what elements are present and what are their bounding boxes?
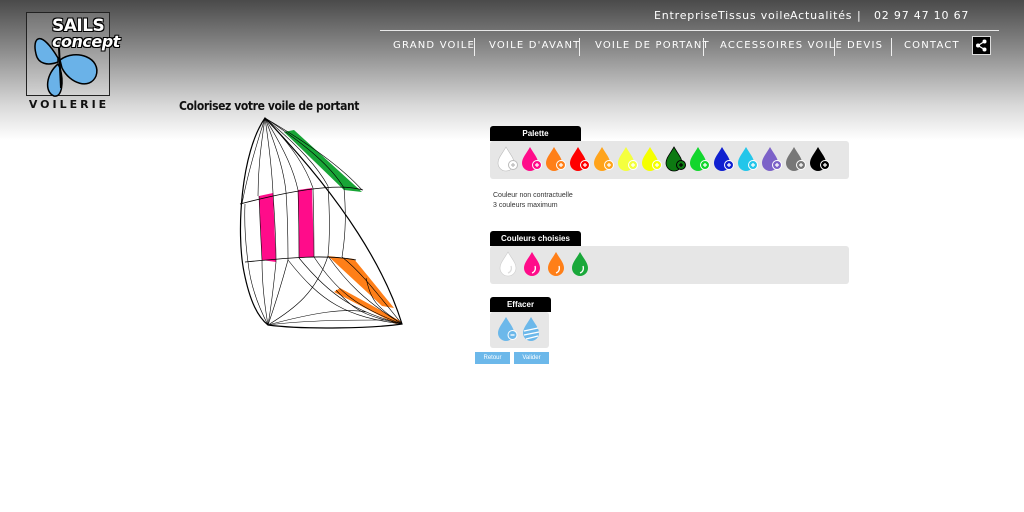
page-title: Colorisez votre voile de portant xyxy=(179,99,359,113)
palette-swatch-grey[interactable] xyxy=(785,146,807,172)
nav-devis[interactable]: DEVIS xyxy=(847,40,883,51)
sail-seam xyxy=(241,117,266,205)
palette-swatch-yellow[interactable] xyxy=(641,146,663,172)
erase-tab: Effacer xyxy=(490,297,551,312)
chosen-color-pink[interactable] xyxy=(523,251,541,277)
sail-seam xyxy=(267,255,329,326)
link-actualites[interactable]: Actualités xyxy=(790,9,852,22)
nav-separator xyxy=(474,38,475,56)
sail-panel-pink-2[interactable] xyxy=(298,188,314,258)
chosen-color-orange[interactable] xyxy=(547,251,565,277)
nav-voile-avant[interactable]: VOILE D'AVANT xyxy=(489,40,580,51)
palette-tab: Palette xyxy=(490,126,581,141)
chosen-colors-tab: Couleurs choisies xyxy=(490,231,581,246)
spinnaker-sail-preview[interactable] xyxy=(236,112,411,337)
chosen-colors-panel xyxy=(490,246,849,284)
palette-swatch-pale-yellow[interactable] xyxy=(617,146,639,172)
nav-separator xyxy=(703,38,704,56)
nav-separator xyxy=(834,38,835,56)
link-entreprise[interactable]: Entreprise xyxy=(654,9,718,22)
share-button[interactable] xyxy=(972,36,991,55)
back-button[interactable]: Retour xyxy=(475,352,510,364)
brand-subtitle: VOILERIE xyxy=(28,98,110,111)
palette-swatch-green[interactable] xyxy=(689,146,711,172)
sail-seam xyxy=(327,185,330,257)
sail-seam xyxy=(247,261,269,326)
palette-swatch-black[interactable] xyxy=(809,146,831,172)
nav-accessoires[interactable]: ACCESSOIRES VOILE xyxy=(720,40,843,51)
brand-line2: concept xyxy=(52,32,120,51)
header-background xyxy=(0,0,1024,140)
nav-grand-voile[interactable]: GRAND VOILE xyxy=(393,40,475,51)
sail-seam xyxy=(267,259,289,326)
logo[interactable]: SAILS concept VOILERIE xyxy=(26,12,120,112)
nav-divider xyxy=(380,30,999,31)
palette-swatch-light-orange[interactable] xyxy=(593,146,615,172)
link-tissus-voile[interactable]: Tissus voile xyxy=(718,9,791,22)
palette-swatch-purple[interactable] xyxy=(761,146,783,172)
erase-one-color-icon[interactable] xyxy=(497,316,519,342)
top-links-separator: | xyxy=(857,9,862,22)
palette-swatch-pink[interactable] xyxy=(521,146,543,172)
nav-separator xyxy=(891,38,892,56)
sail-seam xyxy=(244,203,249,263)
palette-swatch-blue[interactable] xyxy=(713,146,735,172)
palette-swatch-dark-green[interactable] xyxy=(665,146,687,172)
color-disclaimer: Couleur non contractuelle xyxy=(493,192,573,199)
palette-swatch-white[interactable] xyxy=(497,146,519,172)
sail-seam xyxy=(267,261,277,326)
share-icon xyxy=(976,39,987,52)
nav-contact[interactable]: CONTACT xyxy=(904,40,960,51)
nav-voile-portant[interactable]: VOILE DE PORTANT xyxy=(595,40,710,51)
sail-seam xyxy=(267,310,367,326)
palette-swatch-cyan[interactable] xyxy=(737,146,759,172)
nav-separator xyxy=(579,38,580,56)
chosen-color-white[interactable] xyxy=(499,251,517,277)
sail-seam xyxy=(285,191,289,261)
chosen-color-green[interactable] xyxy=(571,251,589,277)
palette-swatch-orange[interactable] xyxy=(545,146,567,172)
sail-seam xyxy=(341,187,346,258)
erase-all-colors-icon[interactable] xyxy=(522,316,542,342)
palette-swatch-red[interactable] xyxy=(569,146,591,172)
phone-number[interactable]: 02 97 47 10 67 xyxy=(874,9,969,22)
color-limit-note: 3 couleurs maximum xyxy=(493,202,558,209)
validate-button[interactable]: Valider xyxy=(514,352,549,364)
